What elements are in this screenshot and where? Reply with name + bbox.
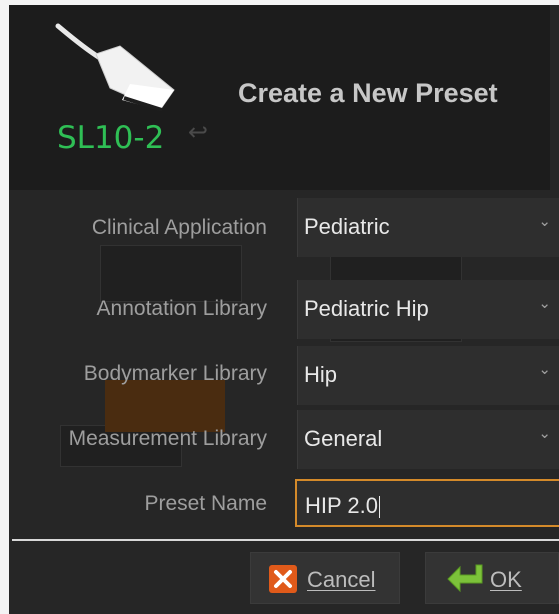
measurement-library-value: General [304, 426, 383, 451]
bodymarker-library-value: Hip [304, 362, 338, 387]
bodymarker-library-label: Bodymarker Library [83, 362, 267, 385]
dialog-title: Create a New Preset [238, 78, 498, 108]
return-arrow-icon: ↩ [188, 118, 209, 146]
preset-name-input[interactable]: HIP 2.0 [295, 479, 559, 527]
cancel-button[interactable]: Cancel [250, 552, 400, 604]
dialog-divider [12, 539, 559, 541]
clinical-application-select[interactable]: Pediatric ⌄ [297, 198, 559, 257]
preset-name-label: Preset Name [144, 492, 267, 515]
ultrasound-probe-icon [50, 18, 180, 118]
measurement-library-select[interactable]: General ⌄ [297, 410, 559, 469]
ok-button[interactable]: OK [425, 552, 559, 604]
background-ghost [100, 245, 242, 302]
preset-name-value: HIP 2.0 [305, 493, 378, 518]
chevron-down-icon: ⌄ [538, 212, 551, 230]
annotation-library-label: Annotation Library [96, 297, 267, 320]
chevron-down-icon: ⌄ [538, 360, 551, 378]
annotation-library-select[interactable]: Pediatric Hip ⌄ [297, 280, 559, 339]
chevron-down-icon: ⌄ [538, 294, 551, 312]
chevron-down-icon: ⌄ [538, 424, 551, 442]
measurement-library-label: Measurement Library [68, 427, 267, 450]
clinical-application-label: Clinical Application [91, 216, 267, 239]
clinical-application-value: Pediatric [304, 214, 390, 239]
x-icon [269, 565, 297, 597]
cancel-label: Cancel [307, 567, 376, 592]
probe-name: SL10-2 [57, 120, 165, 156]
text-caret [378, 496, 380, 519]
bodymarker-library-select[interactable]: Hip ⌄ [297, 346, 559, 405]
ok-label: OK [490, 567, 522, 592]
enter-arrow-icon [446, 563, 486, 599]
annotation-library-value: Pediatric Hip [304, 296, 429, 321]
background-ghost [105, 380, 225, 432]
window-edge-left [0, 0, 9, 614]
